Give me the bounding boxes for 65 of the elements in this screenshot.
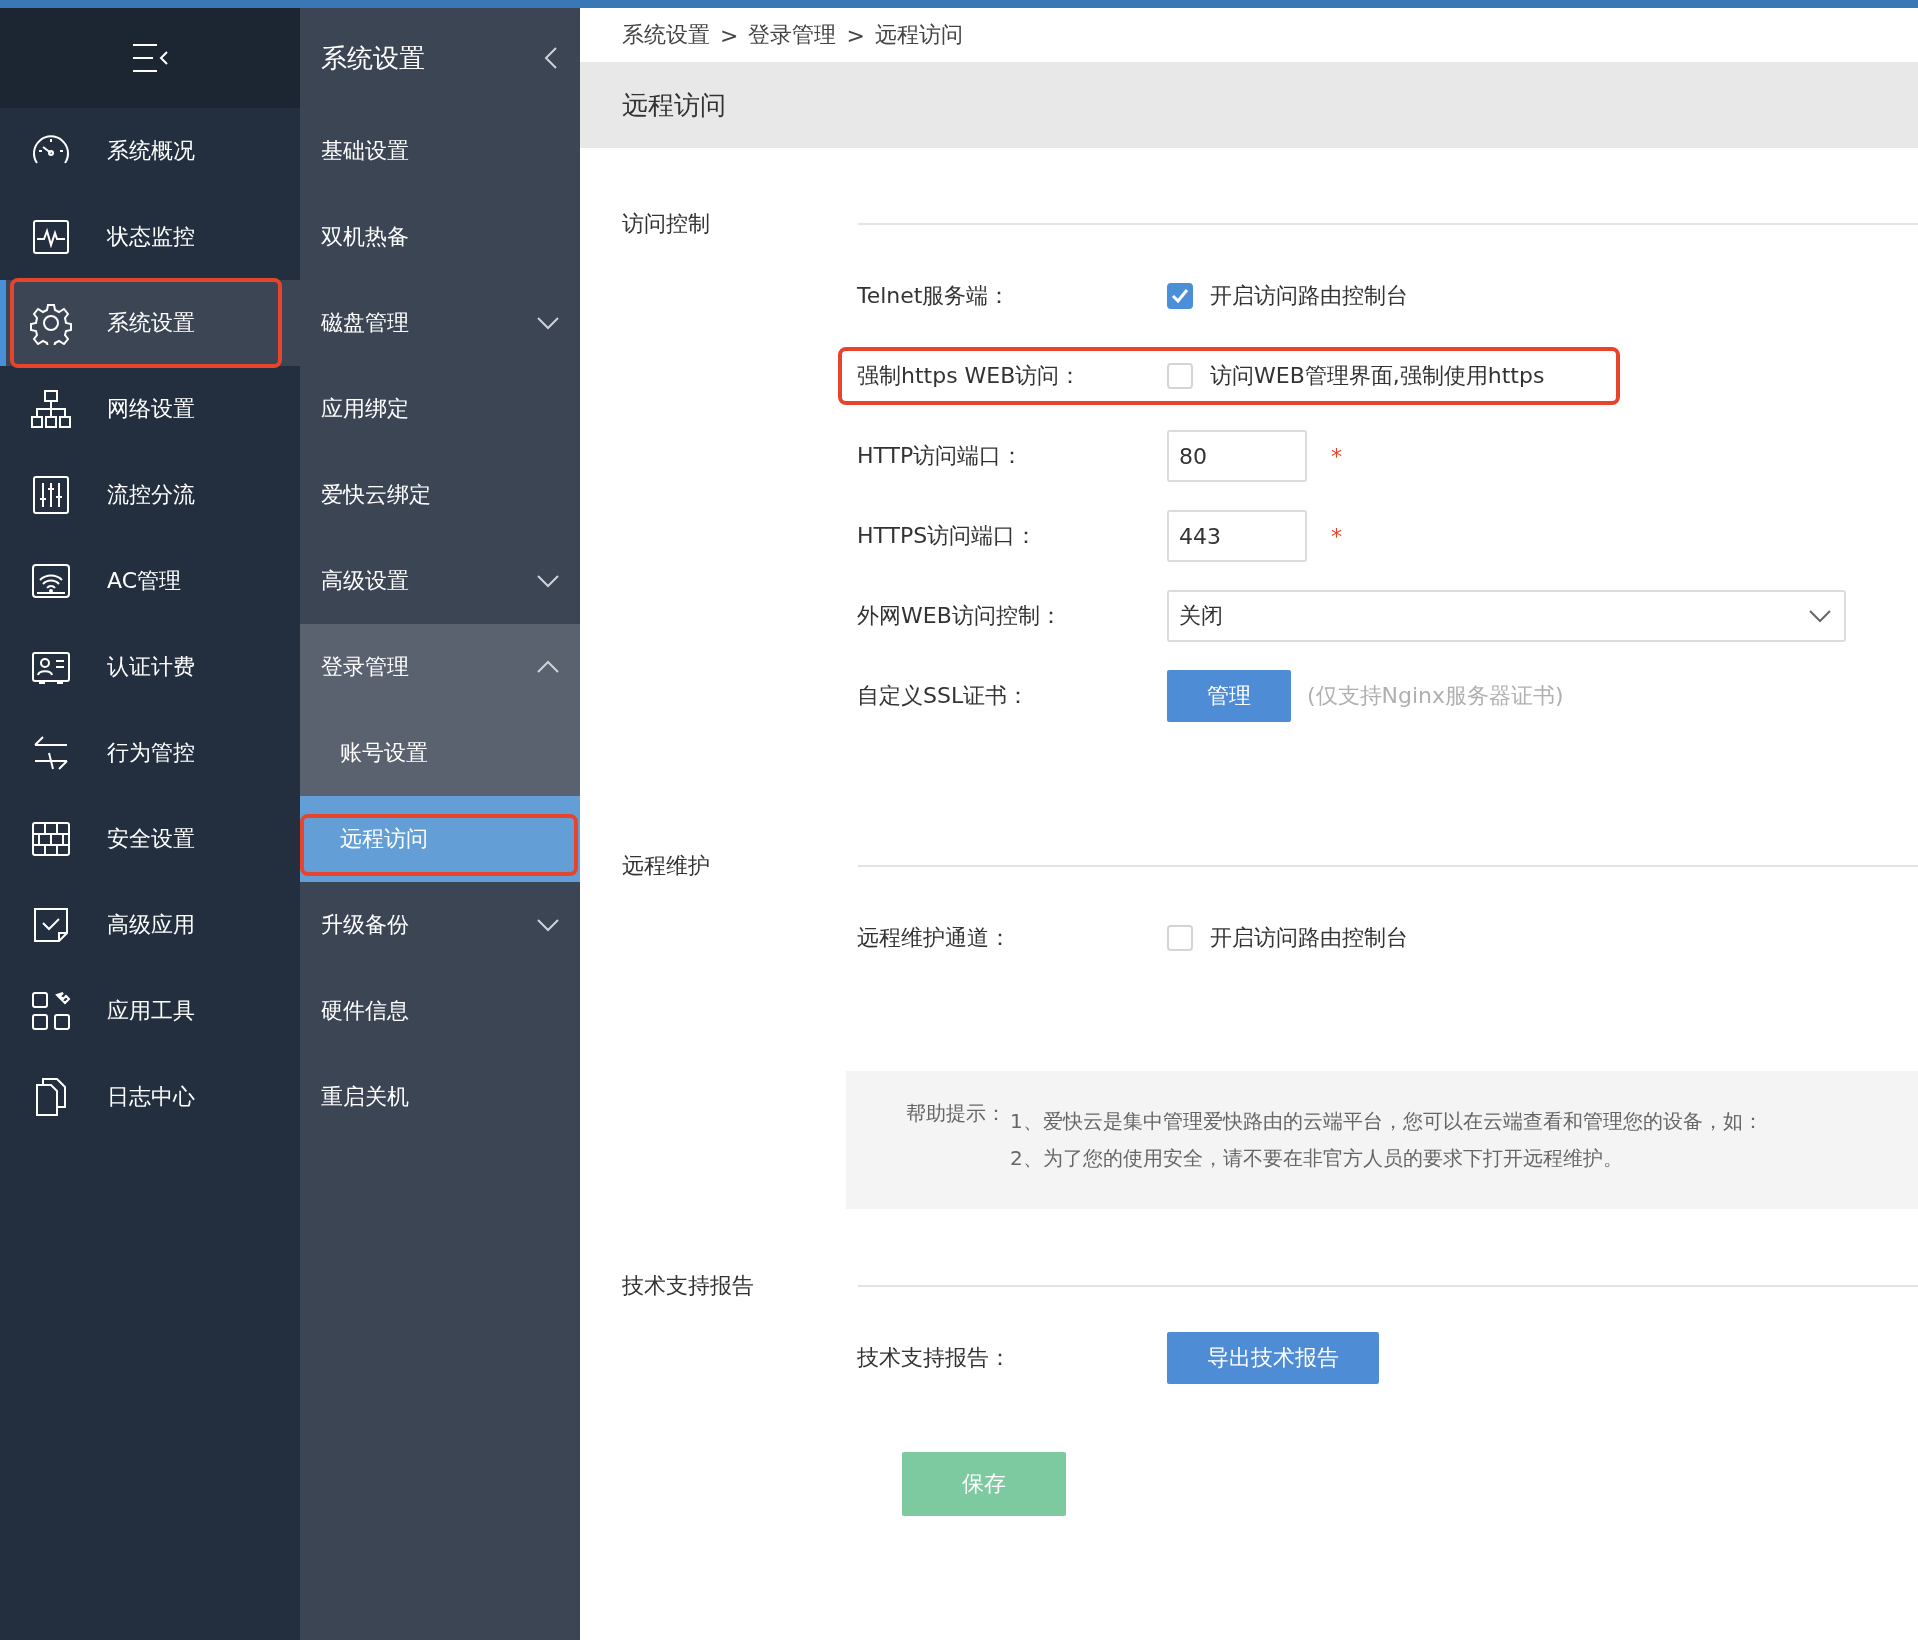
- chevron-down-icon: [536, 918, 560, 932]
- page-title: 远程访问: [622, 88, 726, 122]
- input-field[interactable]: 80: [1167, 430, 1307, 482]
- network-icon: [29, 387, 73, 431]
- nav-item[interactable]: 流控分流: [0, 452, 300, 538]
- checkbox-label: 访问WEB管理界面,强制使用https: [1210, 362, 1545, 390]
- nav-item[interactable]: 日志中心: [0, 1054, 300, 1140]
- checkbox-label: 开启访问路由控制台: [1210, 924, 1408, 952]
- sub-nav-group[interactable]: 磁盘管理: [300, 280, 580, 366]
- nav-item[interactable]: 应用工具: [0, 968, 300, 1054]
- checkbox-label: 开启访问路由控制台: [1210, 282, 1408, 310]
- field-label: 远程维护通道：: [857, 924, 1012, 952]
- section-title: 远程维护: [621, 852, 711, 880]
- sub-nav-item[interactable]: 基础设置: [300, 108, 580, 194]
- nav-item[interactable]: 安全设置: [0, 796, 300, 882]
- field-label: 外网WEB访问控制：: [857, 602, 1063, 630]
- sub-nav-item[interactable]: 双机热备: [300, 194, 580, 280]
- field-label: 自定义SSL证书：: [857, 682, 1031, 710]
- sub-nav-group[interactable]: 升级备份: [300, 882, 580, 968]
- nav-item[interactable]: 高级应用: [0, 882, 300, 968]
- field-label: HTTPS访问端口：: [857, 522, 1039, 550]
- help-text: 1、爱快云是集中管理爱快路由的云端平台，您可以在云端查看和管理您的设备，如：: [1010, 1108, 1763, 1135]
- chevron-up-icon: [536, 660, 560, 674]
- menu-icon[interactable]: [131, 42, 169, 74]
- sub-nav-item[interactable]: 硬件信息: [300, 968, 580, 1054]
- required-mark: *: [1331, 443, 1342, 469]
- sub-nav-group[interactable]: 高级设置: [300, 538, 580, 624]
- nav-item[interactable]: AC管理: [0, 538, 300, 624]
- help-label: 帮助提示：: [906, 1100, 1006, 1127]
- nav-item[interactable]: 认证计费: [0, 624, 300, 710]
- sub-nav-item[interactable]: 重启关机: [300, 1054, 580, 1140]
- input-field[interactable]: 443: [1167, 510, 1307, 562]
- required-mark: *: [1331, 523, 1342, 549]
- hint-text: (仅支持Nginx服务器证书): [1307, 682, 1564, 710]
- collapse-chevron-icon[interactable]: [544, 46, 558, 70]
- nav-item[interactable]: 行为管控: [0, 710, 300, 796]
- chevron-down-icon: [536, 316, 560, 330]
- field-label: 强制https WEB访问：: [857, 362, 1083, 390]
- breadcrumb-separator: >: [720, 22, 739, 48]
- sub-nav-group[interactable]: 登录管理: [300, 624, 580, 710]
- breadcrumb-separator: >: [846, 22, 865, 48]
- tools-grid-icon: [29, 989, 73, 1033]
- sub-nav-item[interactable]: 账号设置: [300, 710, 580, 796]
- sub-nav-item[interactable]: 爱快云绑定: [300, 452, 580, 538]
- section-title: 访问控制: [621, 210, 711, 238]
- field-label: HTTP访问端口：: [857, 442, 1025, 470]
- dropdown[interactable]: 关闭: [1167, 590, 1846, 642]
- sub-nav-item[interactable]: 应用绑定: [300, 366, 580, 452]
- chevron-down-icon: [1808, 609, 1832, 623]
- field-label: 技术支持报告：: [857, 1344, 1012, 1372]
- check-icon: [1171, 288, 1189, 304]
- nav-item[interactable]: 系统设置: [0, 280, 300, 366]
- section-title: 技术支持报告: [621, 1272, 755, 1300]
- breadcrumb-item[interactable]: 远程访问: [874, 20, 963, 50]
- settings-icon: [29, 301, 73, 345]
- nav-item[interactable]: 状态监控: [0, 194, 300, 280]
- chevron-down-icon: [536, 574, 560, 588]
- breadcrumb-item[interactable]: 登录管理: [748, 20, 837, 50]
- checkbox[interactable]: [1167, 283, 1193, 309]
- field-label: Telnet服务端：: [857, 282, 1012, 310]
- breadcrumb-item[interactable]: 系统设置: [622, 20, 710, 50]
- nav-item[interactable]: 系统概况: [0, 108, 300, 194]
- nav-item[interactable]: 网络设置: [0, 366, 300, 452]
- help-text: 2、为了您的使用安全，请不要在非官方人员的要求下打开远程维护。: [1010, 1145, 1624, 1172]
- sidebar-title: 系统设置: [321, 41, 425, 75]
